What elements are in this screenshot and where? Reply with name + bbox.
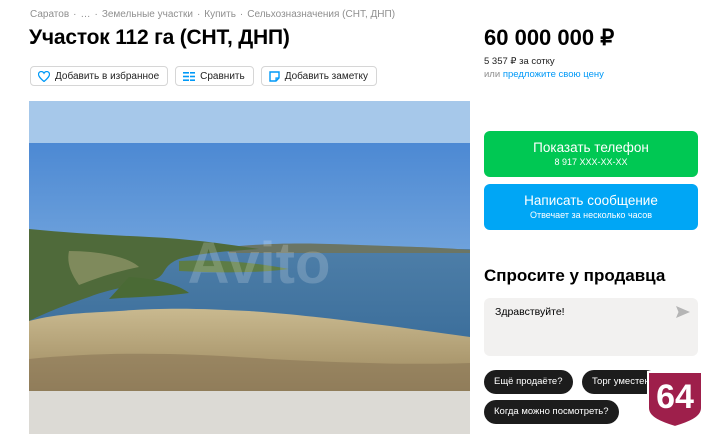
add-favorite-button[interactable]: Добавить в избранное [30, 66, 169, 86]
compare-icon [183, 71, 196, 81]
svg-text:Avito: Avito [188, 231, 331, 296]
heart-icon [38, 70, 50, 82]
breadcrumb-item-buy[interactable]: Купить [204, 9, 236, 20]
show-phone-button[interactable]: Показать телефон 8 917 XXX-XX-XX [484, 131, 698, 177]
breadcrumb-item-more[interactable]: … [80, 9, 90, 20]
response-time-note: Отвечает за несколько часов [529, 210, 653, 220]
message-text: Здравствуйте! [495, 306, 565, 318]
quick-question-chip[interactable]: Ещё продаёте? [484, 370, 573, 394]
price-per-unit: 5 357 ₽ за сотку [484, 56, 555, 67]
region-badge: 64 [644, 368, 706, 429]
add-favorite-label: Добавить в избранное [55, 70, 160, 82]
write-message-label: Написать сообщение [524, 193, 658, 208]
listing-photo[interactable]: Avito [29, 101, 470, 434]
offer-price-link[interactable]: предложите свою цену [503, 69, 604, 80]
masked-phone: 8 917 XXX-XX-XX [554, 157, 628, 167]
compare-button[interactable]: Сравнить [175, 66, 254, 86]
badge-number: 64 [656, 378, 694, 416]
note-icon [269, 70, 280, 82]
add-note-label: Добавить заметку [284, 70, 368, 82]
breadcrumb: Саратов ·… · Земельные участки · Купить · Сельх… [30, 9, 396, 20]
offer-price-line: или предложите свою цену [484, 69, 604, 80]
show-phone-label: Показать телефон [533, 140, 649, 155]
ask-seller-title: Спросите у продавца [484, 266, 666, 285]
price: 60 000 000 ₽ [484, 25, 615, 50]
page-title: Участок 112 га (СНТ, ДНП) [29, 26, 290, 49]
shield-badge-icon: 64 [647, 371, 703, 429]
breadcrumb-item-category[interactable]: Сельхозназначения (СНТ, ДНП) [247, 9, 395, 20]
listing-actions: Добавить в избранное Сравнить Добавить з… [30, 66, 377, 86]
breadcrumb-item-city[interactable]: Саратов [30, 9, 69, 20]
quick-question-chip[interactable]: Когда можно посмотреть? [484, 400, 619, 424]
compare-label: Сравнить [200, 70, 245, 82]
message-input[interactable]: Здравствуйте! [484, 298, 698, 356]
add-note-button[interactable]: Добавить заметку [260, 66, 377, 86]
write-message-button[interactable]: Написать сообщение Отвечает за несколько… [484, 184, 698, 230]
send-icon[interactable] [676, 306, 690, 318]
offer-prefix: или [484, 69, 501, 80]
landscape-photo: Avito [29, 101, 470, 434]
breadcrumb-item-land[interactable]: Земельные участки [102, 9, 193, 20]
